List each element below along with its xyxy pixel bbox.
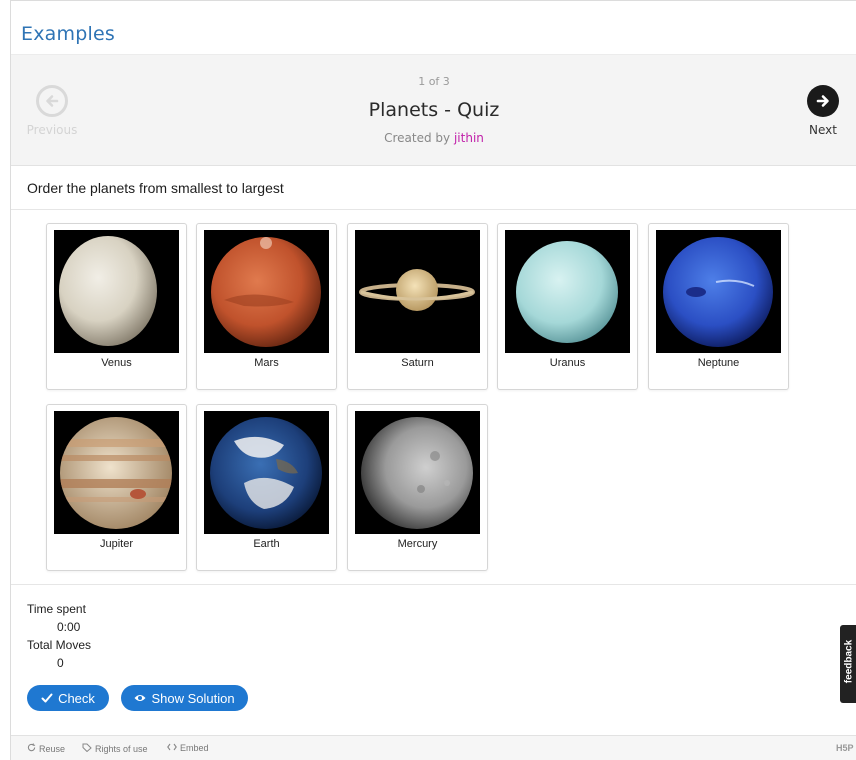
quiz-header: Previous 1 of 3 Planets - Quiz Created b… bbox=[11, 54, 856, 166]
total-moves-value: 0 bbox=[57, 656, 64, 670]
card-label: Venus bbox=[101, 357, 132, 369]
card-label: Uranus bbox=[549, 357, 586, 369]
rights-of-use-label: Rights of use bbox=[95, 743, 148, 754]
planet-card-mercury[interactable]: Mercury bbox=[347, 404, 488, 571]
eye-icon bbox=[134, 693, 146, 703]
previous-label: Previous bbox=[26, 123, 78, 137]
show-solution-label: Show Solution bbox=[151, 690, 235, 706]
rights-of-use-link[interactable]: Rights of use bbox=[82, 743, 148, 754]
author-link[interactable]: jithin bbox=[454, 131, 484, 145]
planet-card-neptune[interactable]: Neptune bbox=[648, 223, 789, 390]
h5p-logo: H5P bbox=[836, 743, 854, 753]
embed-link[interactable]: Embed bbox=[167, 743, 209, 753]
arrow-left-circle-icon bbox=[36, 85, 68, 117]
next-label: Next bbox=[809, 123, 837, 137]
embed-label: Embed bbox=[180, 743, 209, 753]
reuse-label: Reuse bbox=[39, 743, 66, 754]
checkmark-icon bbox=[41, 692, 53, 704]
planet-card-saturn[interactable]: Saturn bbox=[347, 223, 488, 390]
uranus-image bbox=[505, 230, 630, 353]
quiz-counter: 1 of 3 bbox=[418, 75, 450, 88]
footer: Reuse Rights of use Embed H5P bbox=[11, 735, 856, 760]
earth-image bbox=[204, 411, 329, 534]
card-label: Mars bbox=[254, 357, 279, 369]
time-spent-value: 0:00 bbox=[57, 620, 81, 634]
card-label: Saturn bbox=[401, 357, 434, 369]
next-button[interactable]: Next bbox=[783, 85, 856, 137]
code-icon bbox=[167, 743, 177, 753]
time-spent-label: Time spent bbox=[27, 602, 86, 616]
feedback-label: feedback bbox=[843, 639, 855, 684]
saturn-image bbox=[355, 230, 480, 353]
h5p-frame: Examples Previous 1 of 3 Planets - Quiz … bbox=[10, 0, 856, 760]
question-text: Order the planets from smallest to large… bbox=[27, 180, 284, 196]
title-bar: Examples bbox=[11, 1, 856, 54]
feedback-tab[interactable]: feedback bbox=[840, 625, 856, 703]
page-title: Examples bbox=[21, 23, 115, 45]
planet-card-uranus[interactable]: Uranus bbox=[497, 223, 638, 390]
neptune-image bbox=[656, 230, 781, 353]
planet-card-earth[interactable]: Earth bbox=[196, 404, 337, 571]
arrow-right-circle-icon bbox=[807, 85, 839, 117]
mercury-image bbox=[355, 411, 480, 534]
check-label: Check bbox=[58, 690, 95, 706]
planet-card-jupiter[interactable]: Jupiter bbox=[46, 404, 187, 571]
total-moves-label: Total Moves bbox=[27, 638, 92, 652]
card-label: Mercury bbox=[397, 538, 438, 550]
venus-image bbox=[54, 230, 179, 353]
created-by: Created by jithin bbox=[211, 131, 657, 145]
refresh-icon bbox=[27, 743, 36, 754]
quiz-title: Planets - Quiz bbox=[368, 99, 500, 121]
divider bbox=[11, 209, 856, 210]
tag-icon bbox=[82, 743, 92, 754]
planet-card-mars[interactable]: Mars bbox=[196, 223, 337, 390]
reuse-link[interactable]: Reuse bbox=[27, 743, 65, 754]
card-label: Neptune bbox=[697, 357, 740, 369]
show-solution-button[interactable]: Show Solution bbox=[121, 685, 248, 711]
created-by-prefix: Created by bbox=[384, 131, 451, 145]
divider bbox=[11, 584, 856, 585]
card-label: Earth bbox=[253, 538, 280, 550]
stats-panel: Time spent 0:00 Total Moves 0 bbox=[27, 600, 91, 672]
planet-card-venus[interactable]: Venus bbox=[46, 223, 187, 390]
card-label: Jupiter bbox=[99, 538, 134, 550]
check-button[interactable]: Check bbox=[27, 685, 109, 711]
mars-image bbox=[204, 230, 329, 353]
jupiter-image bbox=[54, 411, 179, 534]
previous-button[interactable]: Previous bbox=[12, 85, 92, 137]
